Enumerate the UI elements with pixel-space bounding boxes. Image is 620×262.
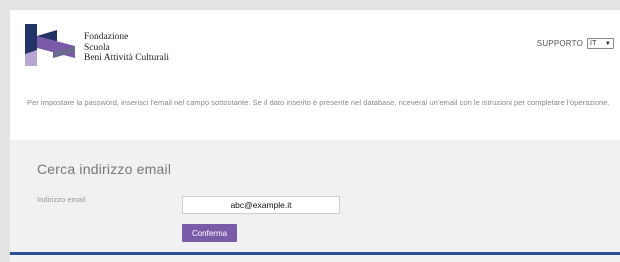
email-label: Indirizzo email bbox=[37, 195, 86, 204]
chevron-down-icon: ▼ bbox=[604, 40, 611, 47]
page-frame: Fondazione Scuola Beni Attività Cultural… bbox=[10, 10, 620, 262]
logo-line: Fondazione bbox=[84, 32, 129, 42]
logo-line: Scuola bbox=[84, 42, 110, 53]
logo-line: Beni Attività Culturali bbox=[84, 53, 169, 63]
support-link[interactable]: SUPPORTO bbox=[537, 39, 583, 48]
header: Fondazione Scuola Beni Attività Cultural… bbox=[10, 10, 620, 75]
email-field[interactable] bbox=[182, 196, 340, 214]
language-value: IT bbox=[590, 40, 597, 47]
foundation-logo bbox=[25, 24, 75, 66]
confirm-button[interactable]: Conferma bbox=[182, 224, 237, 242]
email-search-panel: Cerca indirizzo email Indirizzo email Co… bbox=[10, 140, 620, 262]
support-area: SUPPORTO IT ▼ bbox=[537, 38, 614, 49]
bottom-divider bbox=[10, 252, 620, 255]
instructions-text: Per impostare la password, inserisci l'e… bbox=[27, 98, 610, 107]
logo-wordmark: Fondazione Scuola Beni Attività Cultural… bbox=[84, 32, 169, 64]
panel-title: Cerca indirizzo email bbox=[37, 161, 172, 177]
language-select[interactable]: IT ▼ bbox=[587, 38, 614, 49]
